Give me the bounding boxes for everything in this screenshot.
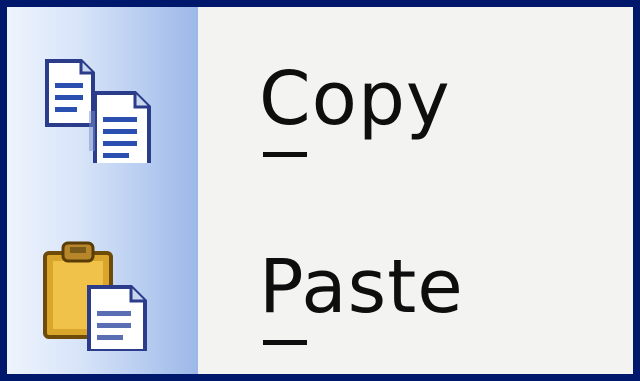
context-menu: Copy Paste (0, 0, 640, 381)
copy-label: Copy (259, 56, 451, 142)
menu-item-paste[interactable]: Paste (7, 215, 633, 365)
paste-mnemonic-underline (263, 340, 307, 345)
copy-icon (45, 59, 151, 163)
paste-icon (43, 241, 147, 351)
paste-label: Paste (259, 244, 464, 330)
copy-mnemonic-underline (263, 152, 307, 157)
menu-item-copy[interactable]: Copy (7, 27, 633, 177)
